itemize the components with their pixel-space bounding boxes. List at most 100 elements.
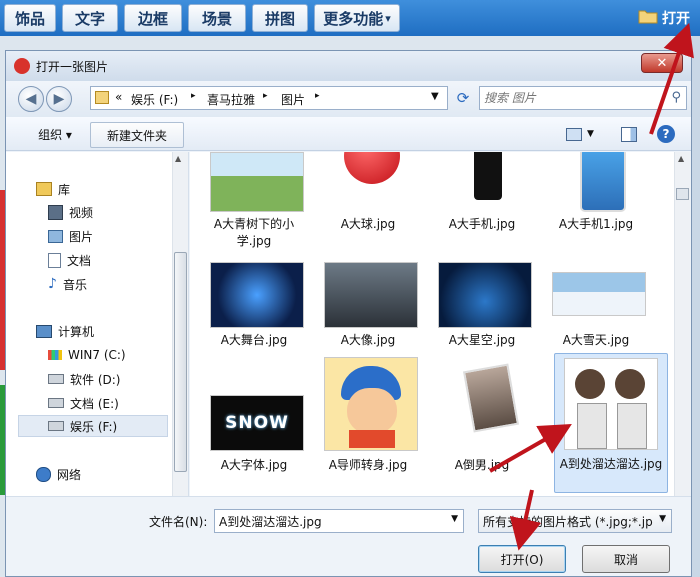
chevron-down-icon[interactable]: ▼ [451,514,458,524]
file-item[interactable]: A大球.jpg [312,152,424,252]
search-input[interactable] [482,88,662,108]
open-file-button[interactable]: 打开 [638,5,690,31]
sidebar-item-label: 网络 [57,467,82,482]
file-name: A大手机1.jpg [558,217,634,231]
breadcrumb-folder[interactable]: 喜马拉雅 [207,91,255,108]
folder-icon [638,8,658,28]
back-button[interactable]: ◀ [18,86,44,112]
address-dropdown-icon[interactable]: ▼ [431,91,439,102]
red-ball-icon [344,152,400,184]
breadcrumb-current[interactable]: 图片 [281,91,305,108]
file-name: A大像.jpg [340,333,396,347]
picture-icon [48,229,63,243]
phone-apps-icon [580,152,626,212]
dialog-titlebar[interactable]: 打开一张图片 ✕ [6,51,691,81]
file-list-scroll-thumb[interactable] [676,188,689,200]
refresh-icon[interactable]: ⟳ [452,86,474,110]
drive-icon [48,374,64,384]
sidebar-item-documents[interactable]: 文档 [48,249,91,271]
breadcrumb-prefix: « [115,90,123,104]
app-toolbar: 饰品 文字 边框 场景 拼图 更多功能 ▾ 打开 [0,0,700,36]
tab-collage[interactable]: 拼图 [252,4,308,32]
sidebar-item-drive-e[interactable]: 文档 (E:) [48,392,119,414]
sidebar-item-label: 文档 (E:) [70,396,119,411]
sidebar-scroll-thumb[interactable] [174,252,187,472]
file-thumbnail [324,262,418,328]
cartoon-scarf-icon [349,430,395,448]
cancel-button[interactable]: 取消 [582,545,670,573]
search-icon[interactable]: ⚲ [671,90,681,105]
windows-drive-icon [48,350,62,360]
preview-pane-button[interactable] [618,122,640,146]
file-item[interactable]: A大青树下的小学.jpg [198,152,310,252]
help-button[interactable]: ? [654,122,678,146]
file-name: A大雪天.jpg [562,333,630,347]
tab-accessories[interactable]: 饰品 [4,4,56,32]
preview-pane-icon [621,126,637,142]
sidebar-item-library[interactable]: 库 [36,178,70,200]
tab-scene[interactable]: 场景 [188,4,246,32]
filename-label: 文件名(N): [149,515,208,529]
tab-more-functions[interactable]: 更多功能 ▾ [314,4,400,32]
file-item[interactable]: A大舞台.jpg [198,262,310,352]
file-name: A大球.jpg [340,217,396,231]
file-item[interactable]: A倒男.jpg [426,357,538,477]
sidebar-item-music[interactable]: ♪ 音乐 [48,273,87,295]
file-name: A大星空.jpg [448,333,516,347]
address-bar[interactable]: « 娱乐 (F:) ▸ 喜马拉雅 ▸ 图片 ▸ ▼ [90,86,448,110]
file-thumbnail [564,358,658,450]
file-item[interactable]: A大手机1.jpg [540,152,652,252]
file-item-selected[interactable]: A到处溜达溜达.jpg [554,353,668,493]
filename-input[interactable]: A到处溜达溜达.jpg ▼ [214,509,464,533]
drive-icon [48,398,64,408]
sidebar-item-pictures[interactable]: 图片 [48,225,93,247]
sidebar-item-drive-f[interactable]: 娱乐 (F:) [18,415,168,437]
filetype-select[interactable]: 所有支持的图片格式 (*.jpg;*.jp ▼ [478,509,672,533]
file-item[interactable]: A大雪天.jpg [540,262,652,352]
sidebar-item-drive-c[interactable]: WIN7 (C:) [48,344,126,366]
filename-value: A到处溜达溜达.jpg [219,514,322,529]
view-icon [566,127,583,141]
chevron-right-icon[interactable]: ▸ [263,91,268,101]
search-box[interactable]: ⚲ [479,86,687,110]
sidebar-item-computer[interactable]: 计算机 [36,320,94,342]
file-item[interactable]: A大手机.jpg [426,152,538,252]
close-button[interactable]: ✕ [641,53,683,73]
tab-text[interactable]: 文字 [62,4,118,32]
sidebar-item-network[interactable]: 网络 [36,463,81,485]
file-thumbnail [324,152,418,212]
breadcrumb-drive[interactable]: 娱乐 (F:) [131,91,178,108]
file-name: A到处溜达溜达.jpg [559,457,663,471]
cartoon-body-icon [617,403,647,449]
cartoon-head-icon [575,369,605,399]
chevron-down-icon: ▼ [587,129,594,139]
file-item[interactable]: A大星空.jpg [426,262,538,352]
navigation-bar: ◀ ▶ « 娱乐 (F:) ▸ 喜马拉雅 ▸ 图片 ▸ ▼ ⟳ ⚲ [6,81,691,117]
folder-icon [95,91,109,104]
sidebar-item-drive-d[interactable]: 软件 (D:) [48,368,120,390]
open-file-dialog: 打开一张图片 ✕ ◀ ▶ « 娱乐 (F:) ▸ 喜马拉雅 ▸ 图片 ▸ ▼ ⟳… [5,50,692,577]
sidebar-item-videos[interactable]: 视频 [48,201,93,223]
more-functions-label: 更多功能 [323,9,384,28]
file-item[interactable]: SNOW A大字体.jpg [198,357,310,477]
file-thumbnail [438,357,532,451]
open-file-label: 打开 [662,11,690,27]
tab-border[interactable]: 边框 [124,4,182,32]
file-item[interactable]: A导师转身.jpg [312,357,424,477]
new-folder-button[interactable]: 新建文件夹 [90,122,184,148]
sidebar-scrollbar[interactable]: ▲ [172,152,188,496]
file-item[interactable]: A大像.jpg [312,262,424,352]
organize-button[interactable]: 组织 ▾ [26,122,84,146]
phone-icon [474,152,502,200]
open-button[interactable]: 打开(O) [478,545,566,573]
chevron-down-icon[interactable]: ▼ [659,514,666,524]
chevron-right-icon[interactable]: ▸ [191,91,196,101]
file-thumbnail [552,272,646,316]
file-list-scrollbar[interactable]: ▲ [674,152,690,496]
view-options-button[interactable]: ▼ [562,122,598,146]
forward-button[interactable]: ▶ [46,86,72,112]
chevron-right-icon[interactable]: ▸ [315,91,320,101]
scroll-up-icon[interactable]: ▲ [678,154,684,163]
file-thumbnail: SNOW [210,395,304,451]
scroll-up-icon[interactable]: ▲ [175,154,185,166]
